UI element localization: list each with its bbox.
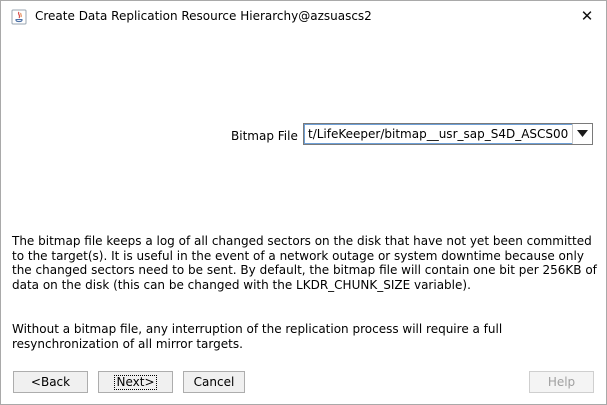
cancel-button[interactable]: Cancel [183, 371, 245, 393]
title-bar[interactable]: Create Data Replication Resource Hierarc… [1, 1, 606, 31]
dialog-window: Create Data Replication Resource Hierarc… [0, 0, 607, 405]
next-button-label: Next> [114, 375, 157, 390]
description-paragraph-2: Without a bitmap file, any interruption … [12, 322, 503, 351]
bitmap-file-label: Bitmap File [231, 129, 298, 143]
back-button[interactable]: <Back [13, 371, 88, 393]
next-button[interactable]: Next> [98, 371, 173, 393]
window-title: Create Data Replication Resource Hierarc… [35, 9, 372, 23]
bitmap-file-input[interactable] [304, 124, 574, 144]
dialog-content: Bitmap File The bitmap file keeps a log … [1, 31, 606, 404]
chevron-down-icon[interactable] [572, 124, 592, 144]
close-icon[interactable]: ✕ [576, 7, 598, 25]
help-button[interactable]: Help [529, 371, 594, 393]
description-paragraph-1: The bitmap file keeps a log of all chang… [12, 234, 597, 292]
bitmap-file-combobox[interactable] [303, 123, 593, 145]
java-app-icon [11, 9, 27, 25]
